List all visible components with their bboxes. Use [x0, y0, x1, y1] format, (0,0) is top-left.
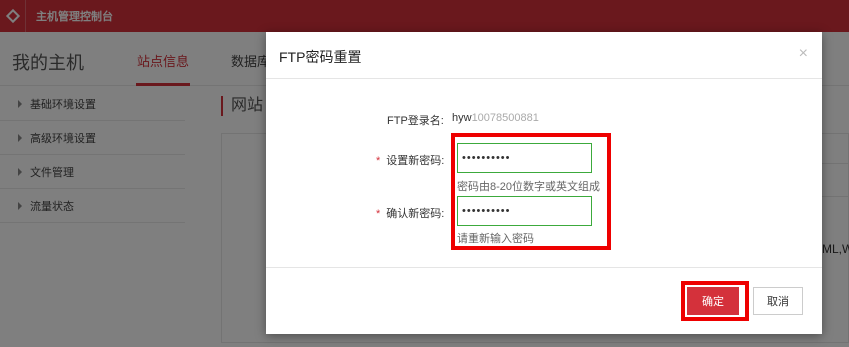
ftp-login-label: FTP登录名:: [387, 115, 444, 127]
ftp-login-masked: 10078500881: [471, 112, 539, 124]
ftp-login-prefix: hyw: [452, 112, 472, 124]
confirm-password-label: * 确认新密码:: [376, 205, 444, 221]
confirm-button-highlight: [681, 281, 749, 321]
dialog-title: FTP密码重置: [279, 49, 362, 65]
new-password-label: * 设置新密码:: [376, 152, 444, 168]
ftp-login-value: hyw10078500881: [452, 112, 539, 124]
required-mark: *: [376, 208, 381, 220]
new-password-label-text: 设置新密码:: [386, 155, 445, 167]
dialog-header: FTP密码重置 ×: [266, 32, 822, 79]
confirm-password-label-text: 确认新密码:: [386, 208, 445, 220]
required-mark: *: [376, 155, 381, 167]
password-fields-highlight: [451, 133, 611, 250]
cancel-button[interactable]: 取消: [753, 287, 803, 315]
close-icon[interactable]: ×: [799, 45, 808, 63]
